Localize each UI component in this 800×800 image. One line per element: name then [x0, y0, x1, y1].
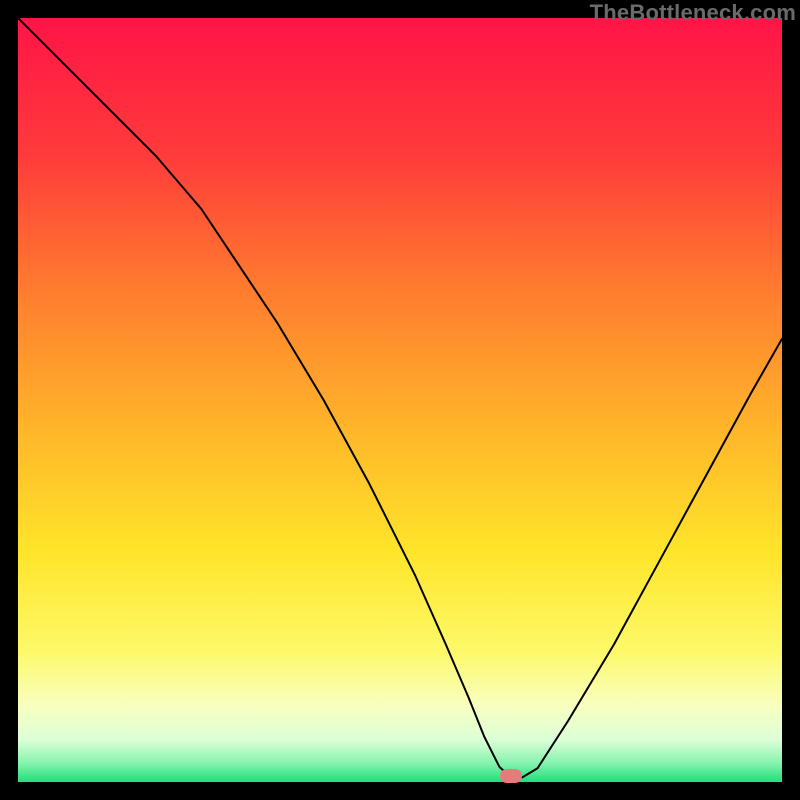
optimal-marker: [500, 769, 522, 783]
plot-area: [18, 18, 782, 782]
chart-frame: TheBottleneck.com: [0, 0, 800, 800]
watermark-text: TheBottleneck.com: [590, 0, 796, 26]
bottleneck-curve: [18, 18, 782, 782]
